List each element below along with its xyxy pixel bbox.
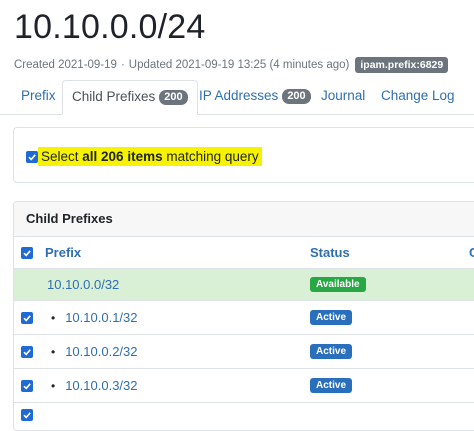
check-icon	[23, 382, 31, 390]
status-badge: Active	[310, 378, 353, 393]
prefix-link[interactable]: 10.10.0.0/32	[47, 277, 119, 292]
prefix-link[interactable]: 10.10.0.2/32	[65, 344, 137, 359]
header-checkbox[interactable]	[21, 246, 33, 259]
tab-count-badge: 200	[282, 89, 311, 104]
row-checkbox[interactable]	[21, 409, 33, 421]
status-badge: Active	[310, 344, 353, 359]
check-icon	[23, 412, 31, 419]
tab-label: Child Prefixes	[72, 89, 156, 104]
column-header-c[interactable]: C	[469, 237, 474, 268]
select-all-text-prefix: Select	[41, 149, 83, 164]
tab-ip-addresses[interactable]: IP Addresses 200	[190, 80, 320, 114]
table-row	[14, 403, 474, 430]
tab-label: Prefix	[21, 88, 56, 103]
tab-label: Journal	[321, 88, 366, 103]
child-prefixes-panel: Child Prefixes Prefix Status C 10.10.0.0…	[13, 201, 474, 431]
table-row: 10.10.0.0/32 Available	[14, 269, 474, 301]
check-icon	[28, 153, 36, 161]
column-header-prefix[interactable]: Prefix	[45, 237, 81, 268]
row-checkbox[interactable]	[21, 345, 33, 358]
select-all-card: Select all 206 items matching query	[13, 127, 474, 183]
status-badge: Available	[310, 277, 366, 292]
column-header-status[interactable]: Status	[310, 237, 350, 268]
created-date: Created 2021-09-19	[14, 59, 117, 71]
meta-separator: ·	[120, 59, 125, 71]
bullet-icon: •	[51, 378, 56, 393]
table-row: • 10.10.0.2/32 Active	[14, 335, 474, 369]
tab-change-log[interactable]: Change Log	[372, 80, 464, 114]
row-checkbox[interactable]	[21, 379, 33, 392]
object-meta: Created 2021-09-19 · Updated 2021-09-19 …	[14, 57, 449, 73]
bullet-icon: •	[51, 310, 56, 325]
page-title: 10.10.0.0/24	[14, 8, 206, 46]
check-icon	[23, 348, 31, 356]
tab-bar: Prefix Child Prefixes 200 IP Addresses 200…	[0, 80, 474, 115]
table-row: • 10.10.0.1/32 Active	[14, 301, 474, 335]
select-all-count-text: all 206 items	[82, 149, 163, 164]
prefix-link[interactable]: 10.10.0.1/32	[65, 310, 137, 325]
tab-prefix[interactable]: Prefix	[12, 80, 65, 114]
bullet-icon: •	[51, 344, 56, 359]
select-all-checkbox[interactable]	[26, 150, 38, 163]
row-checkbox[interactable]	[21, 311, 33, 324]
tab-journal[interactable]: Journal	[312, 80, 374, 114]
panel-title: Child Prefixes	[14, 202, 474, 237]
table-row: • 10.10.0.3/32 Active	[14, 369, 474, 403]
tab-label: Change Log	[381, 88, 455, 103]
select-all-row: Select all 206 items matching query	[26, 147, 262, 166]
check-icon	[23, 249, 31, 257]
tab-count-badge: 200	[159, 90, 188, 105]
check-icon	[23, 314, 31, 322]
updated-date: Updated 2021-09-19 13:25 (4 minutes ago)	[128, 59, 350, 71]
tab-child-prefixes[interactable]: Child Prefixes 200	[62, 80, 198, 115]
prefix-link[interactable]: 10.10.0.3/32	[65, 378, 137, 393]
select-all-label[interactable]: Select all 206 items matching query	[38, 147, 262, 166]
table-header: Prefix Status C	[14, 237, 474, 269]
tab-label: IP Addresses	[199, 88, 279, 103]
select-all-text-suffix: matching query	[162, 149, 259, 164]
status-badge: Active	[310, 310, 353, 325]
object-id-badge: ipam.prefix:6829	[355, 57, 449, 73]
